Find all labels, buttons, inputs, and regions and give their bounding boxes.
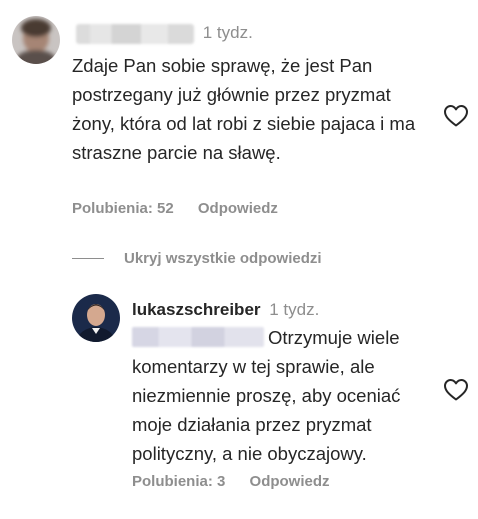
likes-count-link[interactable]: Polubienia: 52 <box>72 200 174 217</box>
like-heart-icon[interactable] <box>443 378 469 402</box>
hide-replies-label[interactable]: Ukryj wszystkie odpowiedzi <box>124 250 322 267</box>
hide-replies-toggle[interactable]: Ukryj wszystkie odpowiedzi <box>72 246 322 270</box>
reply-meta: Polubienia: 3 Odpowiedz <box>132 473 330 490</box>
redacted-username <box>76 23 194 44</box>
comment-text: Zdaje Pan sobie sprawę, że jest Pan post… <box>72 55 416 163</box>
comment-item: 1 tydz. Zdaje Pan sobie sprawę, że jest … <box>0 0 478 240</box>
reply-header: lukaszschreiber 1 tydz. <box>132 299 319 321</box>
comment-header: 1 tydz. <box>76 22 253 44</box>
reply-button[interactable]: Odpowiedz <box>198 200 278 217</box>
comment-timestamp: 1 tydz. <box>202 23 253 42</box>
like-heart-icon[interactable] <box>443 104 469 128</box>
divider-line <box>72 257 104 259</box>
reply-button[interactable]: Odpowiedz <box>250 473 330 490</box>
reply-username[interactable]: lukaszschreiber <box>132 300 261 319</box>
redacted-mention <box>132 327 264 347</box>
reply-timestamp: 1 tydz. <box>269 300 320 319</box>
comment-meta: Polubienia: 52 Odpowiedz <box>72 200 278 217</box>
likes-count-link[interactable]: Polubienia: 3 <box>132 473 225 490</box>
commenter-avatar[interactable] <box>12 16 60 64</box>
reply-text-block: Otrzymuje wiele komentarzy w tej sprawie… <box>132 323 436 468</box>
reply-text: Otrzymuje wiele komentarzy w tej sprawie… <box>132 327 401 464</box>
reply-author-avatar[interactable] <box>72 294 120 342</box>
reply-item: lukaszschreiber 1 tydz. Otrzymuje wiele … <box>0 280 478 519</box>
